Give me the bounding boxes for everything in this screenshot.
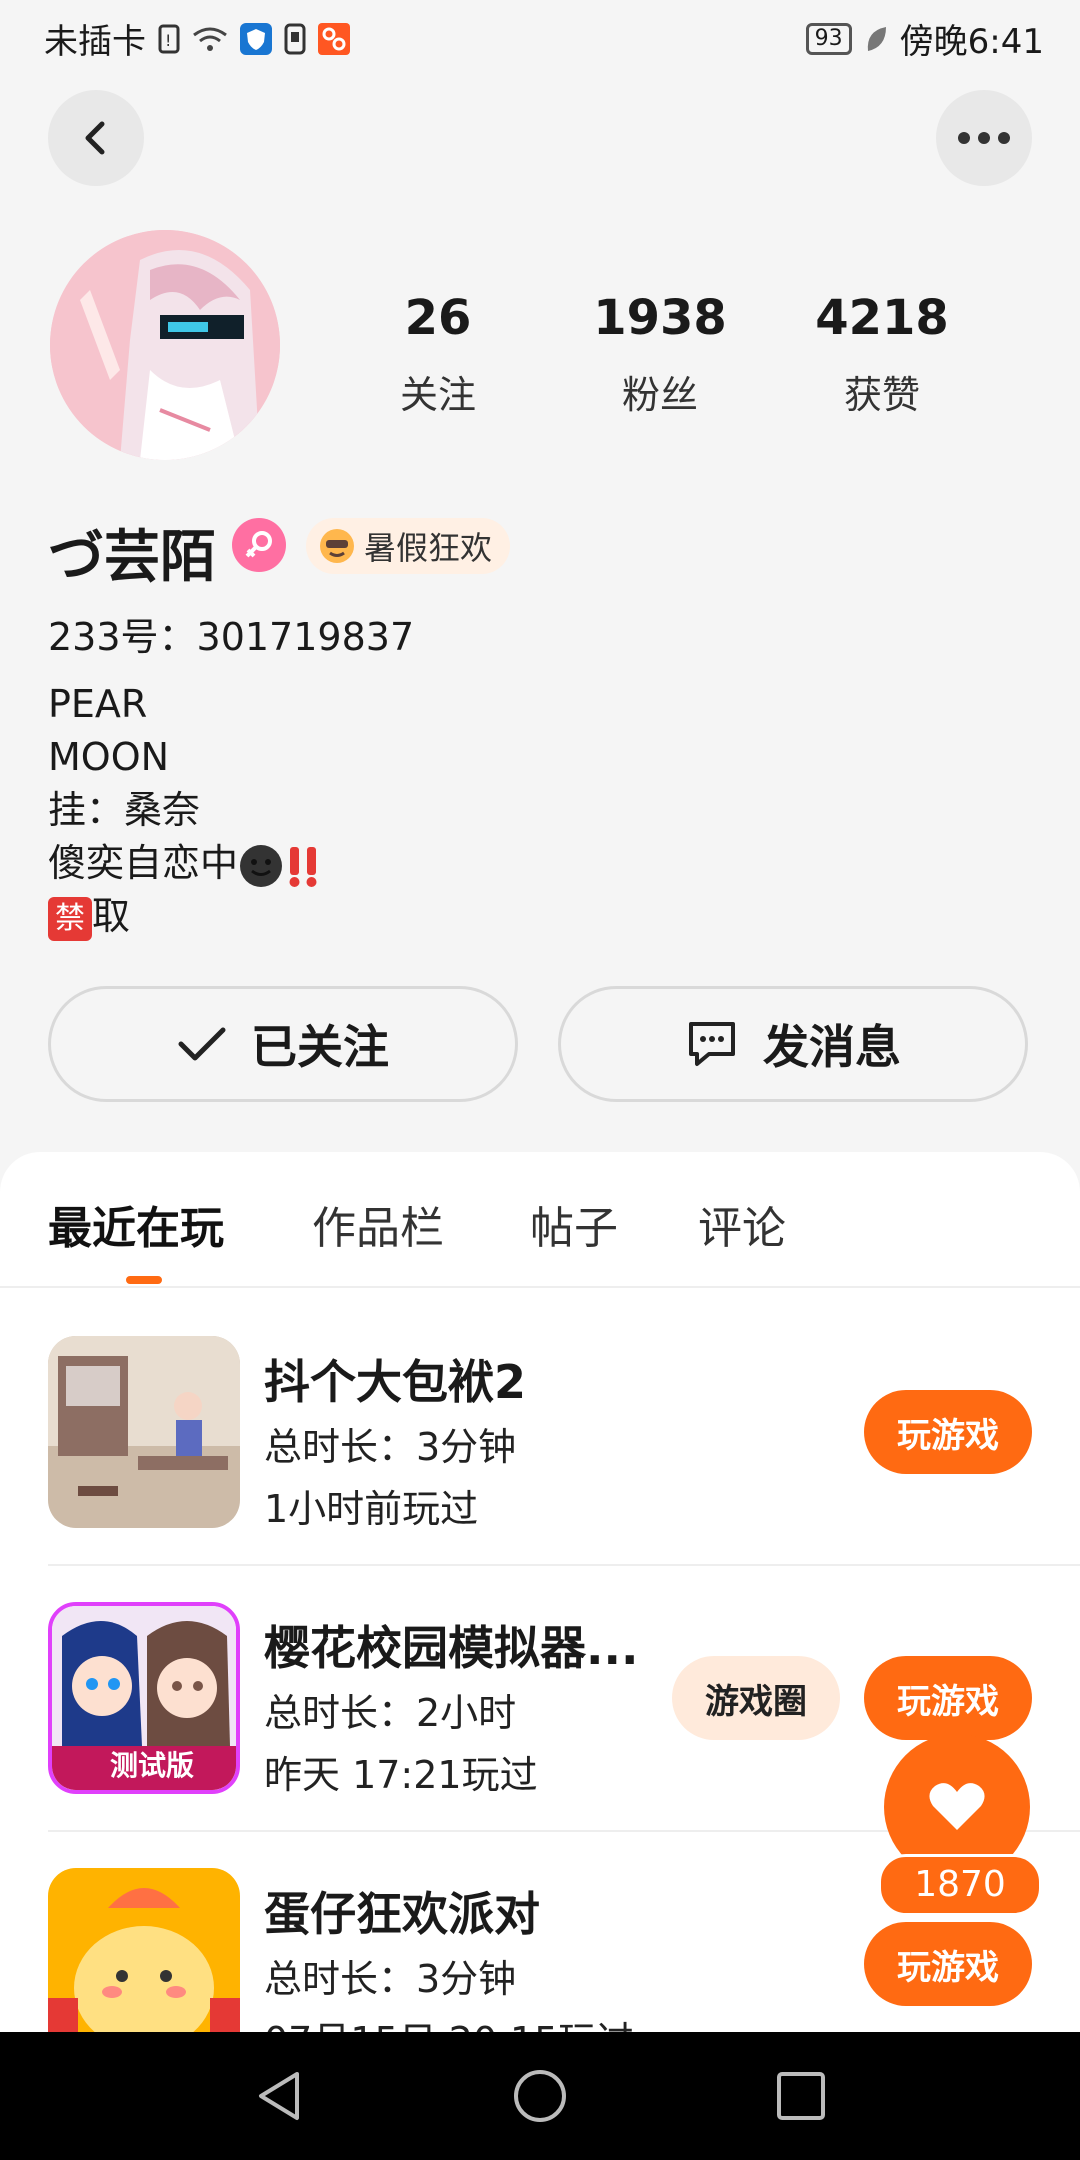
bio-line-1: PEAR	[48, 682, 148, 726]
game-title-1: 抖个大包袱2	[264, 1355, 527, 1409]
battery-indicator: 93	[805, 22, 852, 55]
stat-following[interactable]: 26 关注	[378, 290, 498, 419]
summer-badge[interactable]: 暑假狂欢	[306, 518, 511, 574]
active-tab-indicator	[126, 1276, 162, 1284]
bio-line-3: 挂：桑奈	[48, 788, 201, 832]
bio-line-4-text: 傻奕自恋中	[48, 841, 239, 885]
shield-icon	[240, 22, 272, 55]
badge-face-icon	[320, 529, 354, 563]
tab-comments[interactable]: 评论	[698, 1192, 786, 1256]
following-button-label: 已关注	[251, 1020, 389, 1074]
status-right: 93 傍晚6:41	[805, 14, 1044, 63]
stat-fans[interactable]: 1938 粉丝	[580, 290, 740, 419]
tab-posts[interactable]: 帖子	[530, 1192, 618, 1256]
game-icon-1	[48, 1336, 240, 1528]
game-duration-1: 总时长：3分钟	[264, 1425, 517, 1469]
app-notification-icon	[318, 22, 350, 55]
nav-home-icon[interactable]	[512, 2068, 568, 2124]
badge-label: 暑假狂欢	[364, 529, 493, 567]
row-divider	[48, 1564, 1080, 1566]
tab-works[interactable]: 作品栏	[312, 1192, 444, 1256]
bio-line-5: 禁取	[48, 890, 324, 943]
status-left: 未插卡 !	[44, 14, 350, 63]
bio-line-5-text: 取	[92, 894, 131, 938]
like-count: 1870	[878, 1854, 1042, 1916]
phone-icon	[284, 23, 306, 55]
game-icon-2-label: 测试版	[110, 1749, 195, 1782]
sim-icon: !	[158, 24, 180, 54]
bio: PEAR MOON 挂：桑奈 傻奕自恋中 禁取	[48, 678, 324, 943]
play-button-1[interactable]: 玩游戏	[864, 1390, 1032, 1474]
fans-label: 粉丝	[621, 373, 698, 417]
nav-recents-icon[interactable]	[775, 2070, 827, 2122]
smile-emoji-icon	[240, 844, 283, 887]
chevron-left-icon	[85, 121, 105, 155]
profile-name: づ芸陌	[48, 525, 216, 590]
avatar[interactable]	[50, 230, 280, 460]
back-button[interactable]	[48, 90, 144, 186]
likes-label: 获赞	[843, 373, 920, 417]
nav-back-icon[interactable]	[253, 2068, 305, 2124]
game-icon-2: 测试版	[48, 1602, 240, 1794]
message-button-label: 发消息	[763, 1020, 901, 1074]
game-last-played-2: 昨天 17:21玩过	[264, 1753, 538, 1797]
stat-likes[interactable]: 4218 获赞	[802, 290, 962, 419]
game-circle-button[interactable]: 游戏圈	[672, 1656, 840, 1740]
heart-icon	[929, 1783, 985, 1830]
account-id: 233号：301719837	[48, 615, 415, 659]
game-row-1[interactable]: 抖个大包袱2 总时长：3分钟 1小时前玩过 玩游戏	[0, 1336, 1080, 1602]
check-icon	[178, 1027, 226, 1061]
system-nav-bar	[0, 2032, 1080, 2160]
wifi-icon	[192, 25, 228, 53]
game-title-3: 蛋仔狂欢派对	[264, 1887, 540, 1941]
status-bar: 未插卡 ! 93 傍晚6:41	[0, 0, 1080, 76]
message-button[interactable]: 发消息	[558, 986, 1028, 1102]
bio-line-2: MOON	[48, 735, 170, 779]
likes-count: 4218	[815, 290, 949, 346]
following-label: 关注	[399, 373, 476, 417]
play-button-3[interactable]: 玩游戏	[864, 1922, 1032, 2006]
more-button[interactable]	[936, 90, 1032, 186]
fans-count: 1938	[593, 290, 727, 346]
carrier-text: 未插卡	[44, 22, 146, 62]
game-last-played-1: 1小时前玩过	[264, 1487, 479, 1531]
double-exclamation-icon	[289, 846, 317, 887]
prohibited-emoji-icon: 禁	[48, 896, 92, 941]
following-button[interactable]: 已关注	[48, 986, 518, 1102]
svg-text:!: !	[165, 31, 171, 50]
female-gender-icon	[232, 518, 286, 572]
following-count: 26	[404, 290, 472, 346]
game-duration-2: 总时长：2小时	[264, 1691, 517, 1735]
leaf-icon	[864, 25, 888, 53]
tab-divider	[0, 1286, 1080, 1288]
bio-line-4: 傻奕自恋中	[48, 837, 324, 890]
more-dots-icon	[958, 132, 1010, 144]
chat-bubble-icon	[689, 1022, 735, 1066]
tab-recent-play[interactable]: 最近在玩	[48, 1192, 224, 1256]
clock: 傍晚6:41	[899, 22, 1044, 62]
game-duration-3: 总时长：3分钟	[264, 1957, 517, 2001]
avatar-image	[50, 230, 280, 460]
play-button-2[interactable]: 玩游戏	[864, 1656, 1032, 1740]
game-title-2: 樱花校园模拟器...	[264, 1621, 639, 1675]
